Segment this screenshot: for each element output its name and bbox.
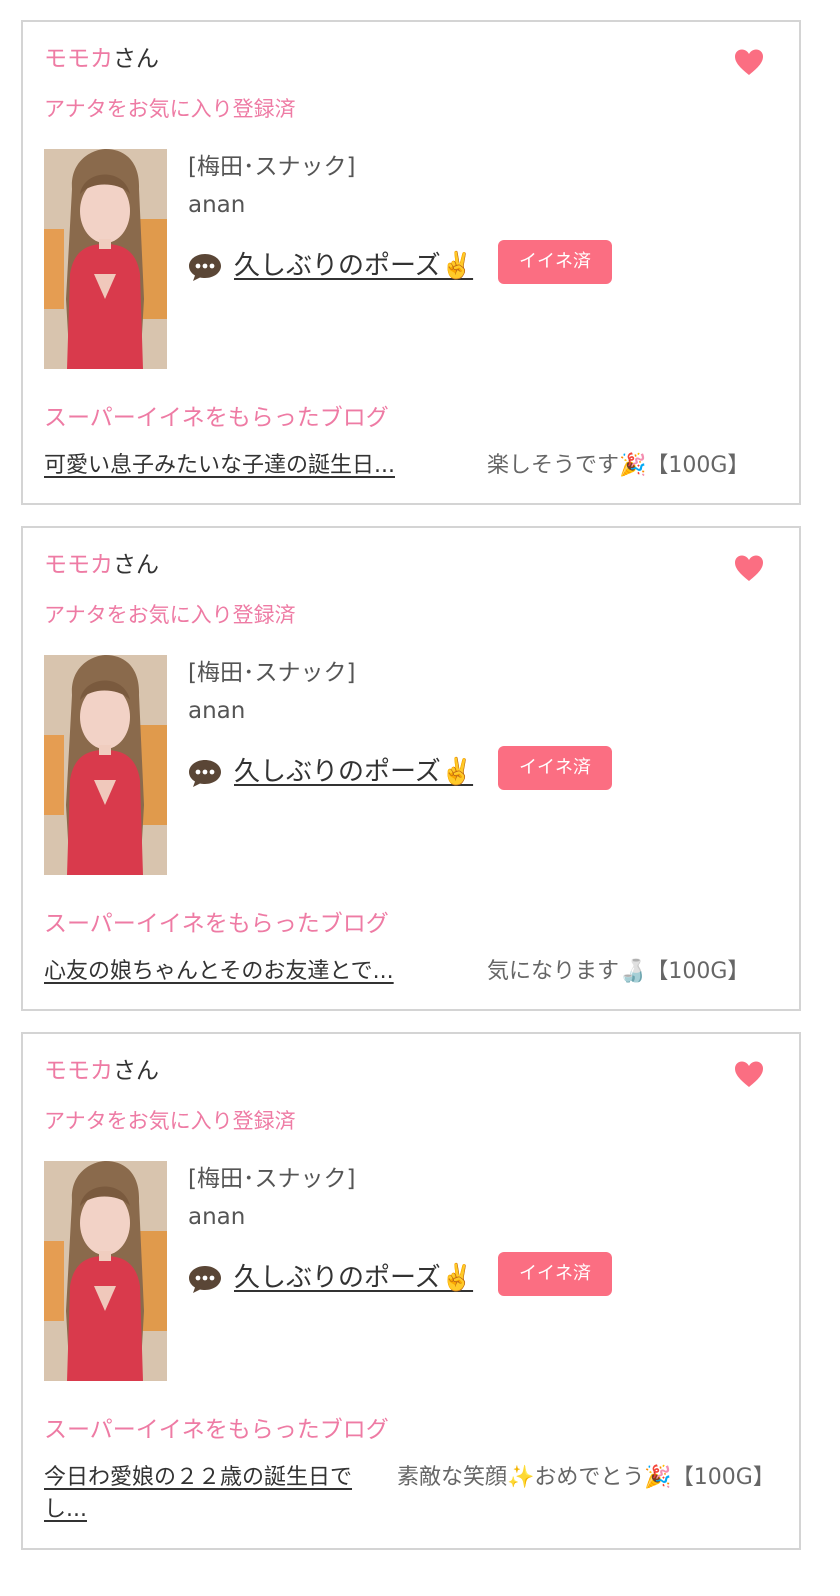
speech-bubble-icon — [189, 1266, 221, 1293]
heart-icon[interactable] — [733, 1058, 765, 1090]
favorite-status: アナタをお気に入り登録済 — [44, 603, 296, 627]
super-like-label: スーパーイイネをもらったブログ — [44, 1417, 389, 1443]
cast-name: モモカさん — [44, 46, 159, 72]
like-button[interactable]: イイネ済 — [498, 746, 612, 790]
favorite-status: アナタをお気に入り登録済 — [44, 97, 296, 121]
post-title-link[interactable]: 久しぶりのポーズ✌️ — [234, 1260, 473, 1296]
heart-icon[interactable] — [733, 552, 765, 584]
favorite-cast-card: モモカさん アナタをお気に入り登録済 [梅田･スナック] anan 久しぶりのポ… — [21, 1032, 801, 1550]
super-like-label: スーパーイイネをもらったブログ — [44, 405, 389, 431]
favorite-status: アナタをお気に入り登録済 — [44, 1109, 296, 1133]
blog-title-link[interactable]: 今日わ愛娘の２２歳の誕生日でし... — [44, 1462, 390, 1526]
super-like-comment: 楽しそうです🎉【100G】 — [487, 453, 750, 478]
shop-area: [梅田･スナック] — [188, 660, 356, 686]
blog-title-link[interactable]: 可愛い息子みたいな子達の誕生日... — [44, 450, 395, 482]
cast-photo[interactable] — [44, 655, 167, 875]
like-button[interactable]: イイネ済 — [498, 240, 612, 284]
cast-handle: anan — [188, 698, 246, 724]
blog-title-link[interactable]: 心友の娘ちゃんとそのお友達とで... — [44, 956, 394, 988]
cast-name: モモカさん — [44, 1058, 159, 1084]
super-like-comment: 素敵な笑顔✨おめでとう🎉【100G】 — [397, 1465, 775, 1490]
shop-area: [梅田･スナック] — [188, 154, 356, 180]
post-title-link[interactable]: 久しぶりのポーズ✌️ — [234, 754, 473, 790]
like-button[interactable]: イイネ済 — [498, 1252, 612, 1296]
shop-area: [梅田･スナック] — [188, 1166, 356, 1192]
cast-photo[interactable] — [44, 149, 167, 369]
cast-photo[interactable] — [44, 1161, 167, 1381]
speech-bubble-icon — [189, 760, 221, 787]
super-like-label: スーパーイイネをもらったブログ — [44, 911, 389, 937]
cast-name: モモカさん — [44, 552, 159, 578]
heart-icon[interactable] — [733, 46, 765, 78]
favorite-cast-card: モモカさん アナタをお気に入り登録済 [梅田･スナック] anan 久しぶりのポ… — [21, 20, 801, 505]
cast-handle: anan — [188, 1204, 246, 1230]
post-title-link[interactable]: 久しぶりのポーズ✌️ — [234, 248, 473, 284]
favorite-cast-card: モモカさん アナタをお気に入り登録済 [梅田･スナック] anan 久しぶりのポ… — [21, 526, 801, 1011]
super-like-comment: 気になります🍶【100G】 — [487, 959, 750, 984]
cast-handle: anan — [188, 192, 246, 218]
speech-bubble-icon — [189, 254, 221, 281]
